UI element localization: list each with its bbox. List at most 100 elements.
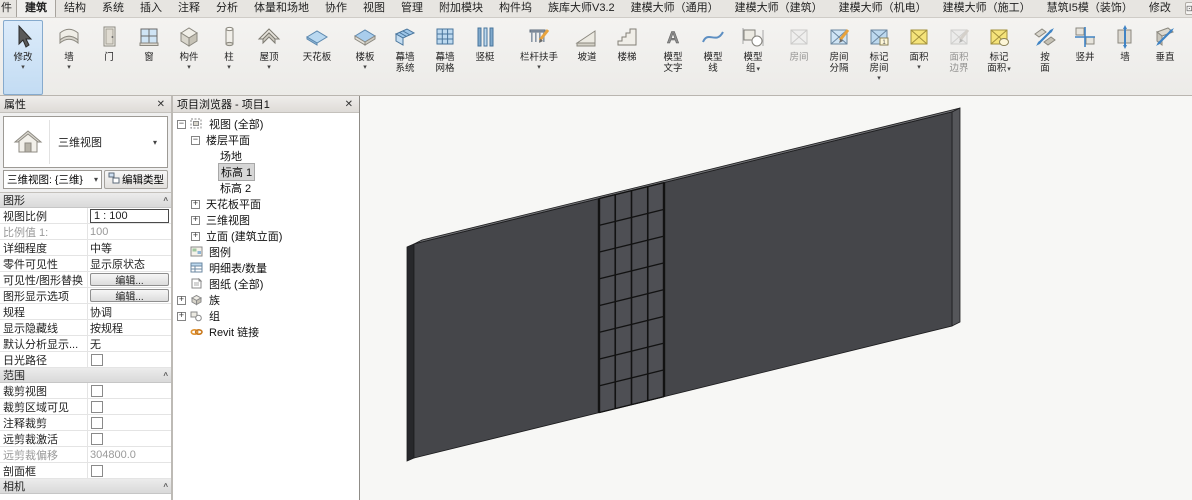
tree-item-三维视图[interactable]: +三维视图 <box>173 212 359 228</box>
expand-icon[interactable]: + <box>191 232 200 241</box>
collapse-icon[interactable]: − <box>191 136 200 145</box>
ribbon-button-model-line[interactable]: 模型 线 <box>693 20 733 95</box>
collapse-icon[interactable]: ^ <box>163 482 168 491</box>
tab-附加模块[interactable]: 附加模块 <box>431 0 491 17</box>
expand-icon[interactable]: + <box>191 200 200 209</box>
type-selector[interactable]: 三维视图 ▾ <box>3 116 168 168</box>
property-input[interactable]: 1 : 100 <box>90 209 169 223</box>
tab-插入[interactable]: 插入 <box>132 0 170 17</box>
checkbox[interactable] <box>91 465 103 477</box>
checkbox[interactable] <box>91 401 103 413</box>
checkbox[interactable] <box>91 417 103 429</box>
tree-item-视图 (全部)[interactable]: −视图 (全部) <box>173 116 359 132</box>
tab-结构[interactable]: 结构 <box>56 0 94 17</box>
property-section-范围[interactable]: 范围^ <box>0 368 171 383</box>
ribbon-button-door[interactable]: 门 <box>89 20 129 95</box>
ribbon-button-mullion[interactable]: 竖梃 <box>465 20 505 95</box>
ribbon-button-curtain-grid[interactable]: 幕墙 网格 <box>425 20 465 95</box>
tree-item-标高 1[interactable]: 标高 1 <box>173 164 359 180</box>
chevron-down-icon[interactable]: ▾ <box>153 138 167 147</box>
edit-type-button[interactable]: 编辑类型 <box>104 170 168 189</box>
ribbon-button-tag-room[interactable]: 1标记 房间▾ <box>859 20 899 95</box>
tree-item-族[interactable]: +族 <box>173 292 359 308</box>
tree-item-图例[interactable]: 图例 <box>173 244 359 260</box>
tree-item-图纸 (全部)[interactable]: 图纸 (全部) <box>173 276 359 292</box>
tab-视图[interactable]: 视图 <box>355 0 393 17</box>
tab-修改[interactable]: 修改 <box>1141 0 1179 17</box>
ribbon-button-ramp[interactable]: 坡道 <box>567 20 607 95</box>
ribbon-button-by-face[interactable]: 按 面 <box>1025 20 1065 95</box>
wall-3d[interactable] <box>414 112 952 458</box>
expand-icon[interactable]: + <box>191 216 200 225</box>
ribbon-button-railing[interactable]: 栏杆扶手▾ <box>511 20 567 95</box>
tree-item-天花板平面[interactable]: +天花板平面 <box>173 196 359 212</box>
tab-构件坞[interactable]: 构件坞 <box>491 0 540 17</box>
checkbox[interactable] <box>91 385 103 397</box>
tab-体量和场地[interactable]: 体量和场地 <box>246 0 317 17</box>
tree-item-楼层平面[interactable]: −楼层平面 <box>173 132 359 148</box>
ribbon-button-tag-area[interactable]: 标记 面积▾ <box>979 20 1019 95</box>
checkbox[interactable] <box>91 354 103 366</box>
tab-建模大师（通用）[interactable]: 建模大师（通用） <box>623 0 727 17</box>
collapse-icon[interactable]: ^ <box>163 196 168 205</box>
drawing-area[interactable] <box>360 96 1192 500</box>
tab-建模大师（机电）[interactable]: 建模大师（机电） <box>831 0 935 17</box>
property-section-相机[interactable]: 相机^ <box>0 479 171 494</box>
ribbon-button-roof[interactable]: 屋顶▾ <box>249 20 289 95</box>
ribbon-button-ceiling[interactable]: 天花板 <box>289 20 345 95</box>
property-text[interactable]: 100 <box>90 226 108 238</box>
tab-管理[interactable]: 管理 <box>393 0 431 17</box>
ribbon-button-wall[interactable]: 墙▾ <box>49 20 89 95</box>
ribbon-display-toggle[interactable]: ⊡ ▾ <box>1185 2 1192 15</box>
collapse-icon[interactable]: ^ <box>163 371 168 380</box>
property-section-图形[interactable]: 图形^ <box>0 193 171 208</box>
tab-注释[interactable]: 注释 <box>170 0 208 17</box>
tab-协作[interactable]: 协作 <box>317 0 355 17</box>
ribbon-button-window[interactable]: 窗 <box>129 20 169 95</box>
edit-button[interactable]: 编辑... <box>90 273 169 286</box>
edit-button[interactable]: 编辑... <box>90 289 169 302</box>
property-text[interactable]: 无 <box>90 336 101 351</box>
tab-建模大师（施工）[interactable]: 建模大师（施工） <box>935 0 1039 17</box>
ribbon-button-wall-opening[interactable]: 墙 <box>1105 20 1145 95</box>
file-tab-partial[interactable]: 件 <box>0 0 16 17</box>
property-text[interactable]: 显示原状态 <box>90 256 145 271</box>
instance-selector[interactable]: 三维视图: {三维} ▾ <box>3 170 102 189</box>
property-text[interactable]: 中等 <box>90 240 112 255</box>
tree-item-组[interactable]: +组 <box>173 308 359 324</box>
tree-item-标高 2[interactable]: 标高 2 <box>173 180 359 196</box>
tab-族库大师V3.2[interactable]: 族库大师V3.2 <box>540 0 623 17</box>
ribbon-button-area[interactable]: 面积▾ <box>899 20 939 95</box>
tab-系统[interactable]: 系统 <box>94 0 132 17</box>
collapse-icon[interactable]: − <box>177 120 186 129</box>
ribbon-button-room-separator[interactable]: 房间 分隔 <box>819 20 859 95</box>
expand-icon[interactable]: + <box>177 312 186 321</box>
tree-item-场地[interactable]: 场地 <box>173 148 359 164</box>
expand-icon[interactable]: + <box>177 296 186 305</box>
ribbon-button-model-group[interactable]: 模型 组▾ <box>733 20 773 95</box>
tree-item-明细表/数量[interactable]: 明细表/数量 <box>173 260 359 276</box>
tree-item-立面 (建筑立面)[interactable]: +立面 (建筑立面) <box>173 228 359 244</box>
tab-建筑[interactable]: 建筑 <box>16 0 56 17</box>
ribbon-button-stair[interactable]: 楼梯 <box>607 20 647 95</box>
tab-分析[interactable]: 分析 <box>208 0 246 17</box>
property-text[interactable]: 按规程 <box>90 320 123 335</box>
ribbon-button-vertical-opening[interactable]: 垂直 <box>1145 20 1185 95</box>
ribbon-button-cursor[interactable]: 修改▾ <box>3 20 43 95</box>
tab-建模大师（建筑）[interactable]: 建模大师（建筑） <box>727 0 831 17</box>
close-icon[interactable]: ✕ <box>155 99 167 110</box>
ribbon-button-floor[interactable]: 楼板▾ <box>345 20 385 95</box>
property-text[interactable]: 304800.0 <box>90 449 136 461</box>
ribbon-button-column[interactable]: 柱▾ <box>209 20 249 95</box>
ribbon-button-dormer[interactable]: 老虎窗 <box>1185 20 1192 95</box>
ribbon-button-curtain-system[interactable]: 幕墙 系统 <box>385 20 425 95</box>
ribbon-button-model-text[interactable]: A模型 文字 <box>653 20 693 95</box>
checkbox[interactable] <box>91 433 103 445</box>
tab-慧筑I5模（装饰）[interactable]: 慧筑I5模（装饰） <box>1039 0 1141 17</box>
close-icon[interactable]: ✕ <box>343 99 355 110</box>
tree-item-Revit 链接[interactable]: Revit 链接 <box>173 324 359 340</box>
ribbon-button-label: 标记 房间 <box>869 52 888 74</box>
ribbon-button-shaft[interactable]: 竖井 <box>1065 20 1105 95</box>
property-text[interactable]: 协调 <box>90 304 112 319</box>
ribbon-button-component[interactable]: 构件▾ <box>169 20 209 95</box>
